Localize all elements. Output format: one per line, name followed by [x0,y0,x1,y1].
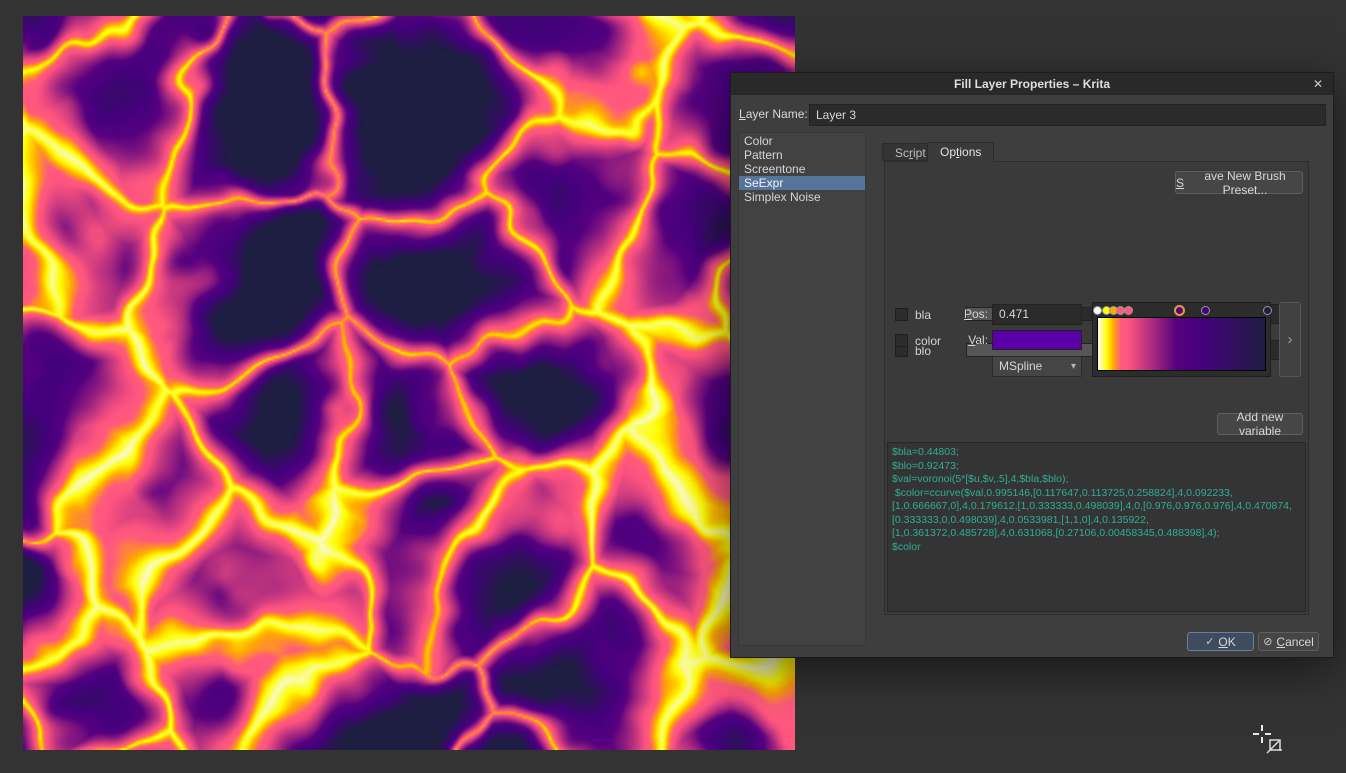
add-new-variable-button[interactable]: Add new variable [1217,413,1303,435]
gradient-editor[interactable] [1092,302,1271,377]
layer-name-label: Layer Name: [739,107,808,121]
dialog-title: Fill Layer Properties – Krita [954,77,1110,91]
chevron-down-icon: ▾ [1071,357,1076,376]
krita-window: Fill Layer Properties – Krita ✕ Layer Na… [0,0,1346,773]
interpolation-dropdown[interactable]: MSpline ▾ [992,356,1082,377]
ok-button[interactable]: ✓ OK [1187,632,1254,651]
save-new-brush-preset-button[interactable]: Save New Brush Preset... [1175,171,1303,194]
canvas-fill-layer-preview[interactable] [23,16,795,750]
gradient-stop-handle[interactable] [1201,306,1210,315]
list-item-simplex-noise[interactable]: Simplex Noise [739,190,865,204]
fill-layer-properties-dialog: Fill Layer Properties – Krita ✕ Layer Na… [730,72,1334,658]
cancel-button[interactable]: ⊘ Cancel [1258,632,1319,651]
gradient-stops[interactable] [1096,304,1267,316]
cancel-label: Cancel [1276,635,1313,649]
bla-checkbox[interactable] [895,308,908,321]
list-item-seexpr[interactable]: SeExpr [739,176,865,190]
crosshair-cursor [1253,725,1271,743]
cancel-circle-icon: ⊘ [1263,635,1272,648]
close-icon[interactable]: ✕ [1310,76,1326,92]
layer-name-input[interactable] [809,104,1326,126]
dialog-titlebar[interactable]: Fill Layer Properties – Krita ✕ [731,73,1333,95]
script-preview-box: $bla=0.44803; $blo=0.92473; $val=voronoi… [887,442,1306,612]
gradient-stop-handle[interactable] [1174,305,1185,316]
gradient-expand-button[interactable]: › [1279,302,1301,377]
options-tab-pane: Save New Brush Preset... bla 0.448 blo 0… [884,161,1309,615]
ok-label: OK [1218,635,1235,649]
pos-input[interactable]: 0.471 [992,304,1082,325]
generator-type-list: Color Pattern Screentone SeExpr Simplex … [738,132,866,646]
gradient-stop-handle[interactable] [1124,306,1133,315]
gradient-stop-handle[interactable] [1263,306,1272,315]
color-value-swatch[interactable] [992,330,1082,350]
gradient-stop-handle[interactable] [1093,306,1102,315]
interpolation-value: MSpline [999,359,1042,373]
transform-tool-icon [1266,737,1284,755]
pos-label: Pos: [944,307,988,321]
color-checkbox[interactable] [895,334,908,347]
gradient-preview[interactable] [1097,317,1266,371]
val-label: Val: [944,333,988,347]
script-output: $bla=0.44803; $blo=0.92473; $val=voronoi… [892,446,1301,554]
check-icon: ✓ [1205,635,1214,648]
tab-options[interactable]: Options [927,142,994,162]
list-item-screentone[interactable]: Screentone [739,162,865,176]
list-item-color[interactable]: Color [739,134,865,148]
list-item-pattern[interactable]: Pattern [739,148,865,162]
